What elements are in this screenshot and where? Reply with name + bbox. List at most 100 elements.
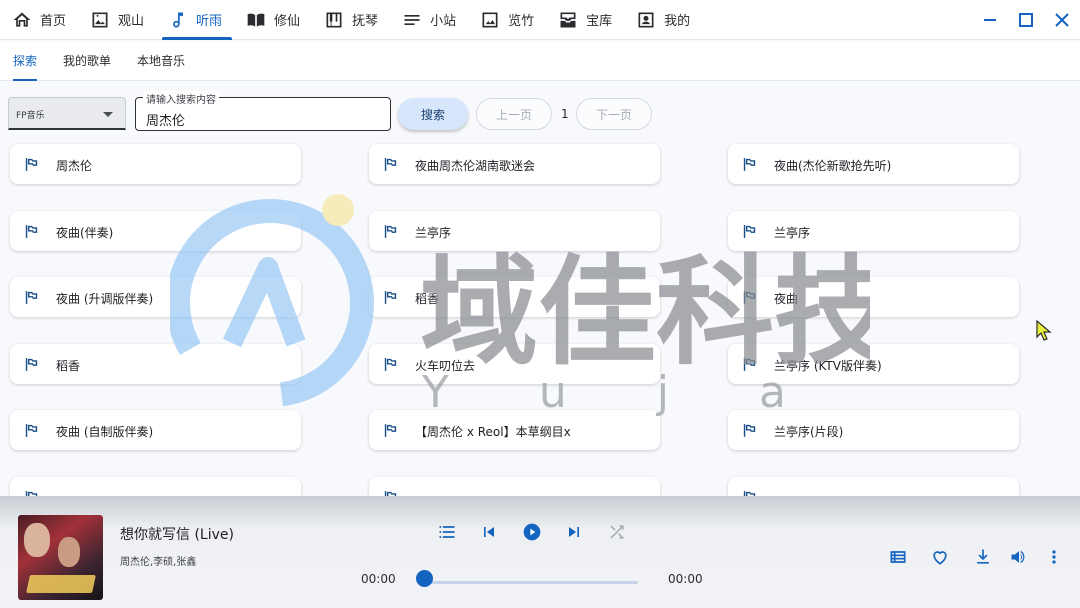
song-title: 稻香 — [56, 358, 81, 373]
book-icon — [247, 13, 265, 27]
song-title: 夜曲周杰伦湖南歌迷会 — [415, 159, 536, 173]
song-result-card[interactable]: 兰亭序 (KTV版伴奏) — [728, 343, 1019, 384]
shuffle-button[interactable] — [605, 520, 629, 544]
nav-label: 观山 — [118, 14, 145, 29]
sub-tabs: 探索 我的歌单 本地音乐 — [0, 41, 1080, 81]
flag-icon — [384, 490, 397, 496]
song-result-card[interactable]: 夜曲(杰伦新歌抢先听) — [728, 144, 1019, 184]
nav-item-xiuxian[interactable]: 修仙 — [234, 0, 312, 40]
nav-label: 听雨 — [196, 14, 223, 29]
instrument-icon — [326, 12, 342, 27]
play-button[interactable] — [520, 520, 544, 544]
more-options-button[interactable] — [1042, 545, 1066, 569]
total-time: 00:00 — [668, 572, 703, 586]
landscape-icon — [92, 12, 108, 27]
song-result-card[interactable]: 周杰伦 — [10, 144, 301, 184]
list-icon — [439, 526, 455, 538]
download-button[interactable] — [971, 545, 995, 569]
music-note-icon — [173, 12, 184, 28]
volume-icon — [1011, 550, 1025, 564]
search-field-label: 请输入搜索内容 — [143, 91, 219, 106]
nav-item-xiaozhan[interactable]: 小站 — [390, 0, 468, 40]
nav-item-baoku[interactable]: 宝库 — [546, 0, 624, 40]
tab-local-music[interactable]: 本地音乐 — [124, 41, 198, 81]
shuffle-icon — [610, 525, 624, 539]
flag-icon — [384, 424, 397, 437]
search-button[interactable]: 搜索 — [398, 98, 468, 130]
nav-label: 览竹 — [508, 14, 535, 29]
playlist-button[interactable] — [435, 520, 459, 544]
music-source-value: FP音乐 — [16, 111, 45, 121]
track-title: 想你就写信 (Live) — [120, 527, 234, 543]
progress-thumb[interactable] — [416, 570, 433, 587]
heart-icon — [933, 551, 947, 565]
song-title: 【周杰伦 x Reol】本草纲目x — [415, 425, 571, 439]
cover-logo — [26, 575, 96, 593]
nav-item-fuqin[interactable]: 抚琴 — [312, 0, 390, 40]
progress-slider[interactable] — [424, 581, 638, 584]
song-result-card[interactable]: 兰亭序(片段) — [728, 410, 1019, 450]
tab-my-playlists[interactable]: 我的歌单 — [50, 41, 124, 81]
song-title: 稻香 — [415, 292, 440, 306]
chevron-down-icon — [103, 112, 113, 117]
song-result-card[interactable]: 夜曲 (自制版伴奏) — [10, 410, 301, 450]
minimize-icon — [984, 19, 996, 21]
nav-item-home[interactable]: 首页 — [0, 0, 78, 40]
home-icon — [13, 12, 31, 27]
close-button[interactable] — [1044, 0, 1080, 40]
album-cover[interactable] — [18, 515, 103, 600]
song-result-card[interactable] — [10, 476, 301, 496]
flag-icon — [743, 158, 756, 171]
flag-icon — [25, 424, 38, 437]
song-result-card[interactable]: 夜曲 (升调版伴奏) — [10, 277, 301, 317]
flag-icon — [743, 357, 756, 371]
search-input[interactable] — [146, 110, 376, 128]
flag-icon — [25, 490, 38, 496]
track-artists: 周杰伦,李硕,张鑫 — [120, 557, 197, 568]
song-result-card[interactable]: 稻香 — [369, 277, 660, 317]
next-track-button[interactable] — [562, 520, 586, 544]
song-result-card[interactable]: 【周杰伦 x Reol】本草纲目x — [369, 410, 660, 450]
song-result-card[interactable]: 夜曲周杰伦湖南歌迷会 — [369, 144, 660, 184]
flag-icon — [384, 158, 397, 171]
search-field[interactable]: 请输入搜索内容 — [135, 91, 391, 131]
song-result-card[interactable]: 兰亭序 — [369, 210, 660, 251]
song-result-card[interactable]: 稻香 — [10, 343, 301, 384]
download-icon — [977, 549, 989, 564]
next-page-button[interactable]: 下一页 — [576, 98, 652, 130]
player-bar: 想你就写信 (Live) 周杰伦,李硕,张鑫 — [0, 496, 1080, 608]
minimize-button[interactable] — [972, 0, 1008, 40]
song-title: 火车叨位去 — [415, 358, 476, 373]
queue-button[interactable] — [886, 545, 910, 569]
song-result-card[interactable]: 火车叨位去 — [369, 343, 660, 384]
nav-label: 抚琴 — [352, 14, 379, 29]
nav-item-lanzhu[interactable]: 览竹 — [468, 0, 546, 40]
prev-page-button[interactable]: 上一页 — [476, 98, 552, 130]
song-result-card[interactable]: 夜曲 — [728, 277, 1019, 317]
flag-icon — [743, 291, 756, 304]
tab-explore[interactable]: 探索 — [0, 41, 50, 81]
volume-button[interactable] — [1007, 545, 1031, 569]
flag-icon — [25, 357, 38, 371]
song-result-card[interactable]: 夜曲(伴奏) — [10, 210, 301, 251]
song-result-card[interactable]: 兰亭序 — [728, 210, 1019, 251]
flag-icon — [384, 224, 397, 238]
top-navigation: 首页 观山 听雨 修仙 抚琴 小站 览竹 宝库 我的 — [0, 0, 1080, 40]
play-circle-icon — [523, 523, 541, 541]
song-title: 夜曲 — [774, 292, 799, 306]
previous-track-button[interactable] — [477, 520, 501, 544]
music-source-select[interactable]: FP音乐 — [8, 97, 126, 130]
lines-icon — [404, 14, 420, 25]
nav-item-wode[interactable]: 我的 — [624, 0, 702, 40]
account-icon — [638, 12, 654, 27]
nav-item-guanshan[interactable]: 观山 — [78, 0, 156, 40]
song-title: 兰亭序 (KTV版伴奏) — [774, 358, 882, 373]
song-result-card[interactable] — [728, 476, 1019, 496]
page-number: 1 — [561, 107, 569, 121]
song-result-card[interactable] — [369, 476, 660, 496]
favorite-button[interactable] — [928, 545, 952, 569]
maximize-button[interactable] — [1008, 0, 1044, 40]
nav-label: 小站 — [430, 14, 457, 29]
nav-item-tingyu[interactable]: 听雨 — [156, 0, 234, 40]
nav-label: 修仙 — [274, 14, 301, 29]
